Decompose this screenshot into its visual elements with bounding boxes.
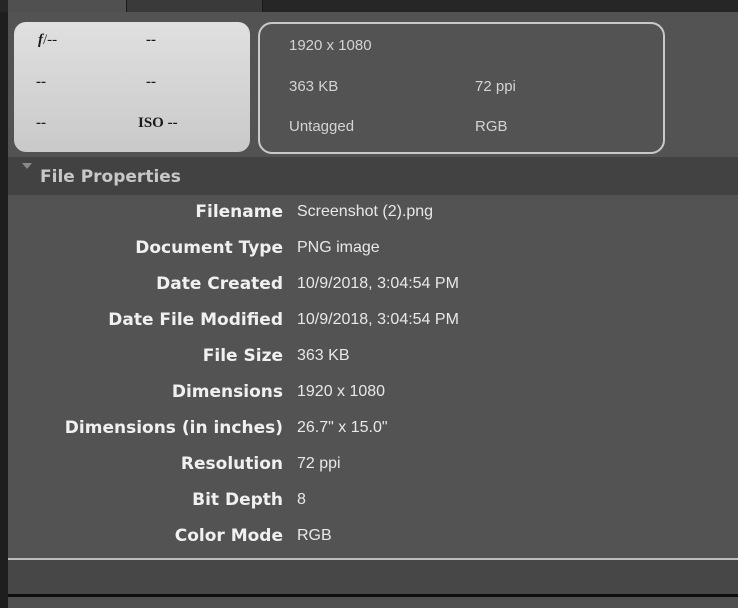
file-properties-list: Filename Screenshot (2).png Document Typ… bbox=[8, 196, 738, 558]
section-title: File Properties bbox=[40, 167, 181, 187]
property-label: Bit Depth bbox=[192, 490, 283, 510]
file-properties-header[interactable]: File Properties bbox=[8, 157, 738, 195]
property-value: RGB bbox=[297, 527, 332, 544]
property-value[interactable]: Screenshot (2).png bbox=[297, 203, 433, 221]
property-label: Resolution bbox=[180, 454, 283, 474]
property-row: Color Mode RGB bbox=[8, 520, 738, 556]
exposure-bias: -- bbox=[36, 74, 46, 90]
property-label: Date Created bbox=[156, 274, 283, 294]
property-row: Bit Depth 8 bbox=[8, 484, 738, 520]
fstop-value: /-- bbox=[43, 32, 58, 48]
image-info-box: 1920 x 1080 363 KB 72 ppi Untagged RGB bbox=[258, 22, 665, 154]
disclosure-triangle-icon[interactable] bbox=[22, 163, 32, 169]
property-label: Color Mode bbox=[174, 526, 283, 546]
metering-mode: -- bbox=[36, 115, 46, 131]
property-row: Date Created 10/9/2018, 3:04:54 PM bbox=[8, 268, 738, 304]
property-label: Filename bbox=[195, 202, 283, 222]
property-row: Dimensions 1920 x 1080 bbox=[8, 376, 738, 412]
property-label: Document Type bbox=[135, 238, 283, 258]
iso-readout: ISO -- bbox=[138, 115, 178, 131]
property-row: File Size 363 KB bbox=[8, 340, 738, 376]
tab-metadata[interactable] bbox=[8, 0, 127, 12]
shutter-speed: -- bbox=[146, 32, 156, 48]
tab-keywords[interactable] bbox=[127, 0, 263, 12]
property-value: 10/9/2018, 3:04:54 PM bbox=[297, 311, 459, 328]
fstop-readout: f/-- bbox=[38, 32, 57, 49]
property-row: Dimensions (in inches) 26.7" x 15.0" bbox=[8, 412, 738, 448]
panel-tab-bar bbox=[0, 0, 738, 12]
image-dimensions: 1920 x 1080 bbox=[289, 37, 372, 54]
property-value: 8 bbox=[297, 491, 306, 508]
image-resolution: 72 ppi bbox=[475, 78, 516, 95]
property-value: 10/9/2018, 3:04:54 PM bbox=[297, 275, 459, 292]
property-label: File Size bbox=[202, 346, 283, 366]
property-label: Dimensions (in inches) bbox=[64, 418, 283, 438]
image-file-size: 363 KB bbox=[289, 78, 339, 95]
property-value: PNG image bbox=[297, 239, 380, 256]
color-profile: Untagged bbox=[289, 118, 355, 135]
property-label: Date File Modified bbox=[108, 310, 283, 330]
property-value: 1920 x 1080 bbox=[297, 383, 386, 400]
collapsed-section[interactable] bbox=[8, 560, 738, 594]
next-section-header[interactable] bbox=[8, 597, 738, 608]
property-value: 72 ppi bbox=[297, 455, 341, 472]
property-row: Filename Screenshot (2).png bbox=[8, 196, 738, 232]
property-value: 363 KB bbox=[297, 347, 350, 364]
color-mode: RGB bbox=[475, 118, 508, 135]
property-row: Resolution 72 ppi bbox=[8, 448, 738, 484]
camera-data-box: f/-- -- -- -- -- ISO -- bbox=[14, 22, 250, 152]
property-label: Dimensions bbox=[171, 382, 283, 402]
property-value: 26.7" x 15.0" bbox=[297, 419, 388, 436]
flash-mode: -- bbox=[146, 74, 156, 90]
property-row: Date File Modified 10/9/2018, 3:04:54 PM bbox=[8, 304, 738, 340]
property-row: Document Type PNG image bbox=[8, 232, 738, 268]
